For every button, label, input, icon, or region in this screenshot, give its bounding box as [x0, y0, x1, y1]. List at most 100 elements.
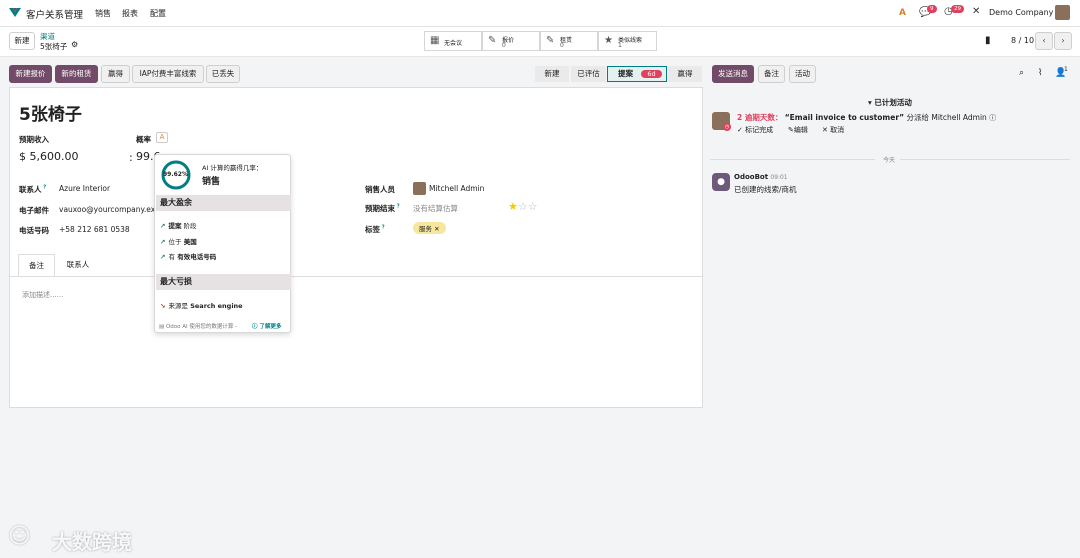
stat-label: 无会议 — [444, 40, 463, 47]
expected-close-label-text: 预期结束 — [365, 204, 395, 213]
arrow-up-icon: ↗ — [160, 222, 166, 230]
cancel-link[interactable]: ✕ 取消 — [822, 125, 844, 135]
info-icon[interactable]: ⓘ — [989, 114, 996, 122]
notes-editor[interactable]: 添加描述...... — [22, 290, 63, 300]
bot-header: OdooBot 09:01 — [734, 173, 788, 181]
gain-item: ↗ 提案 阶段 — [160, 222, 197, 230]
activity-clock-icon: ◷ — [723, 123, 731, 131]
app-title[interactable]: 客户关系管理 — [26, 7, 83, 21]
edit-link[interactable]: ✎编辑 — [788, 125, 808, 135]
expected-revenue-label: 预期收入 — [19, 135, 49, 144]
stat-similar-leads[interactable]: ★ 类似线索 1 — [598, 31, 657, 51]
stage-proposition[interactable]: 提案 6d — [607, 66, 667, 82]
expected-revenue-value[interactable]: $ 5,600.00 — [19, 150, 78, 163]
ai-icon[interactable]: A — [899, 8, 906, 18]
db-icon: ▤ — [159, 324, 165, 330]
close-icon[interactable]: ✕ — [434, 225, 439, 233]
pager-next-button[interactable]: › — [1054, 32, 1072, 50]
stat-value: 0 — [560, 42, 564, 49]
bookmark-icon[interactable]: ▮ — [985, 35, 991, 46]
menu-config[interactable]: 配置 — [150, 8, 166, 19]
stat-rentals[interactable]: ✎ 租赁 0 — [540, 31, 598, 51]
calendar-icon: ▦ — [430, 35, 440, 46]
today-label: 今天 — [883, 157, 896, 164]
close-icon: ✕ — [822, 126, 828, 134]
gear-icon[interactable]: ⚙ — [71, 40, 78, 49]
tags-label: 标签 ? — [365, 224, 385, 235]
menu-reports[interactable]: 报表 — [122, 8, 138, 19]
salesperson-avatar — [413, 182, 426, 195]
email-value[interactable]: vauxoo@yourcompany.exa — [59, 205, 160, 214]
messages-badge: 9 — [927, 5, 937, 13]
paperclip-icon[interactable]: ⌇ — [1038, 68, 1042, 78]
stat-value: 1 — [618, 42, 622, 49]
tab-contacts[interactable]: 联系人 — [58, 254, 98, 276]
stat-meetings[interactable]: ▦ 无会议 — [424, 31, 482, 51]
user-avatar[interactable] — [1055, 5, 1070, 20]
company-name[interactable]: Demo Company — [989, 8, 1053, 17]
arrow-up-icon: ↗ — [160, 238, 166, 246]
mark-done-link[interactable]: ✓ 标记完成 — [737, 125, 773, 135]
watermark-logo-icon: ☺ — [8, 524, 31, 549]
contact-label: 联系人 ? — [19, 184, 47, 195]
learn-more-link[interactable]: ⓘ 了解更多 — [252, 322, 281, 330]
tags-label-text: 标签 — [365, 225, 380, 234]
stat-quotes[interactable]: ✎ 报价 0 — [482, 31, 540, 51]
stage-new[interactable]: 新建 — [535, 66, 569, 82]
salesperson-value[interactable]: Mitchell Admin — [429, 184, 484, 193]
activity-summary: 2 逾期天数： “Email invoice to customer” 分派给 … — [737, 112, 996, 123]
iap-enrich-button[interactable]: IAP付费丰富线索 — [132, 65, 204, 83]
pager-prev-button[interactable]: ‹ — [1035, 32, 1053, 50]
new-rental-button[interactable]: 新的租赁 — [55, 65, 98, 83]
contact-label-text: 联系人 — [19, 185, 42, 194]
email-label: 电子邮件 — [19, 206, 49, 215]
tools-icon[interactable]: ✕ — [972, 6, 980, 17]
menu-sales[interactable]: 销售 — [95, 8, 111, 19]
priority-stars[interactable]: ★☆☆ — [508, 200, 538, 213]
arrow-up-icon: ↗ — [160, 253, 166, 261]
expected-close-label: 预期结束 ? — [365, 203, 400, 214]
activity-button[interactable]: 活动 — [789, 65, 816, 83]
follower-count: 1 — [1064, 66, 1068, 73]
pager-text[interactable]: 8 / 10 — [1011, 36, 1034, 45]
tag-service[interactable]: 服务 ✕ — [413, 222, 446, 234]
phone-value[interactable]: +58 212 681 0538 — [59, 225, 130, 234]
gain-section-header: 最大盈余 — [156, 195, 291, 211]
search-icon[interactable]: ⌕ — [1019, 68, 1024, 78]
star-icon: ★ — [604, 35, 613, 46]
chatter-panel: ▾ 已计划活动 ◷ 2 逾期天数： “Email invoice to cust… — [710, 87, 1080, 217]
stage-won[interactable]: 赢得 — [668, 66, 702, 82]
edit-icon: ✎ — [546, 35, 555, 46]
bot-time: 09:01 — [770, 174, 788, 181]
salesperson-label: 销售人员 — [365, 185, 395, 194]
today-divider-left — [710, 159, 875, 160]
tab-label: 备注 — [29, 261, 44, 270]
expected-close-input[interactable]: 没有结算估算 — [413, 203, 458, 214]
control-panel: 新建 渠道 5张椅子 ⚙ ▦ 无会议 ✎ 报价 0 ✎ 租赁 0 ★ 类似线索 … — [0, 27, 1080, 57]
app-logo-icon[interactable] — [8, 6, 22, 18]
today-divider-right — [900, 159, 1070, 160]
popup-footer: ▤ Odoo AI 使用您的数据计算 - — [159, 324, 238, 330]
activity-badge: 29 — [951, 5, 964, 13]
top-navbar: 客户关系管理 销售 报表 配置 A 💬 9 ◷ 29 ✕ Demo Compan… — [0, 0, 1080, 27]
ai-probability-icon[interactable]: A — [156, 132, 168, 143]
send-message-button[interactable]: 发送消息 — [712, 65, 754, 83]
popup-header-title: 销售 — [202, 177, 221, 187]
lead-form-sheet: 5张椅子 预期收入 $ 5,600.00 概率 A : 99.6 联系人 ? A… — [9, 87, 703, 408]
new-quotation-button[interactable]: 新建报价 — [9, 65, 52, 83]
overdue-text: 2 逾期天数： — [737, 113, 783, 122]
probability-colon: : — [129, 151, 133, 164]
lost-button[interactable]: 已丢失 — [206, 65, 240, 83]
tab-notes[interactable]: 备注 — [18, 254, 55, 276]
new-button[interactable]: 新建 — [9, 32, 35, 50]
probability-label: 概率 — [136, 135, 151, 144]
log-note-button[interactable]: 备注 — [758, 65, 785, 83]
stage-qualified[interactable]: 已评估 — [571, 66, 606, 82]
lead-title[interactable]: 5张椅子 — [19, 100, 82, 125]
tab-label: 联系人 — [66, 260, 90, 269]
planned-activities-toggle[interactable]: ▾ 已计划活动 — [868, 97, 912, 108]
contact-value[interactable]: Azure Interior — [59, 184, 110, 193]
planned-header: 已计划活动 — [874, 98, 912, 107]
gain-item: ↗ 位于 美国 — [160, 238, 197, 246]
won-button[interactable]: 赢得 — [101, 65, 130, 83]
